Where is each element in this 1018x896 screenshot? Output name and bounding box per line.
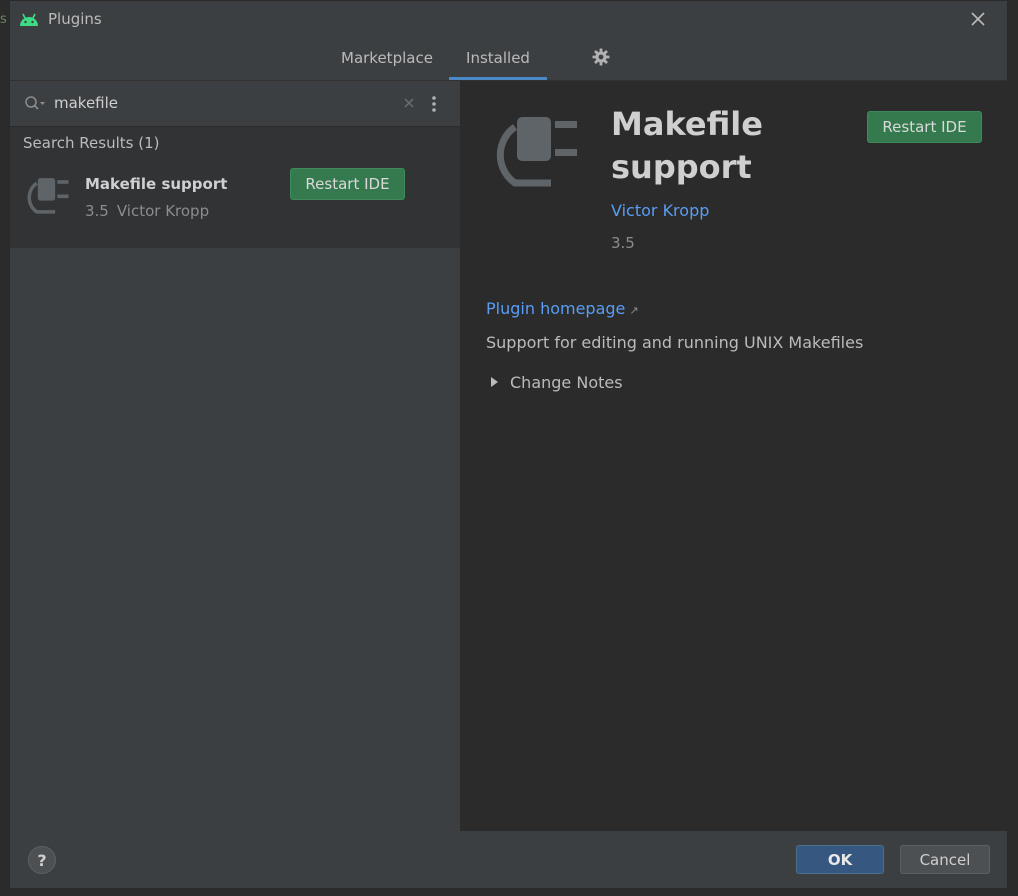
tab-bar: Marketplace Installed bbox=[10, 37, 1007, 81]
title-bar: Plugins bbox=[10, 1, 1007, 37]
active-tab-indicator bbox=[449, 77, 547, 80]
cancel-button[interactable]: Cancel bbox=[900, 845, 990, 874]
plugin-detail-version: 3.5 bbox=[611, 234, 635, 252]
tab-installed[interactable]: Installed bbox=[449, 37, 547, 80]
plugin-author: Victor Kropp bbox=[116, 202, 210, 220]
plugin-meta: 3.5 Victor Kropp bbox=[85, 202, 209, 220]
help-button[interactable]: ? bbox=[28, 846, 56, 874]
plugin-list-panel: Search Results (1) Makefile support 3.5 V… bbox=[10, 81, 461, 831]
ok-button[interactable]: OK bbox=[796, 845, 884, 874]
tab-marketplace[interactable]: Marketplace bbox=[341, 49, 433, 67]
external-link-icon: ↗ bbox=[629, 304, 639, 317]
restart-ide-button[interactable]: Restart IDE bbox=[290, 168, 405, 200]
change-notes-label: Change Notes bbox=[510, 373, 623, 392]
background-edge-text: s bbox=[0, 12, 7, 27]
kebab-menu-icon[interactable] bbox=[430, 94, 438, 114]
plugins-dialog: Plugins Marketplace Installed makefile S… bbox=[9, 0, 1008, 888]
plugin-list-item[interactable]: Makefile support 3.5 Victor Kropp Restart… bbox=[10, 158, 460, 248]
close-icon[interactable] bbox=[969, 10, 987, 28]
change-notes-toggle[interactable]: Change Notes bbox=[491, 373, 623, 392]
plugin-plug-icon bbox=[27, 178, 69, 214]
plugin-detail-panel: Makefile support Restart IDE Victor Krop… bbox=[461, 81, 1008, 831]
clear-icon[interactable] bbox=[402, 96, 416, 110]
window-title: Plugins bbox=[48, 10, 102, 28]
search-input[interactable] bbox=[54, 92, 384, 114]
search-results-header: Search Results (1) bbox=[10, 127, 460, 158]
plugin-detail-title: Makefile support bbox=[611, 105, 763, 186]
plugin-homepage-link[interactable]: Plugin homepage ↗ bbox=[486, 299, 639, 318]
plugin-version: 3.5 bbox=[85, 202, 109, 220]
gear-icon[interactable] bbox=[592, 48, 610, 66]
search-results-label: Search Results (1) bbox=[23, 134, 160, 152]
tab-installed-label: Installed bbox=[466, 49, 530, 67]
plugin-name: Makefile support bbox=[85, 175, 228, 193]
plugin-description: Support for editing and running UNIX Mak… bbox=[486, 333, 864, 352]
search-icon[interactable] bbox=[24, 95, 46, 113]
plugin-detail-author-link[interactable]: Victor Kropp bbox=[611, 201, 709, 220]
expand-triangle-icon bbox=[491, 376, 498, 387]
detail-restart-ide-button[interactable]: Restart IDE bbox=[867, 111, 982, 143]
plugin-plug-icon bbox=[496, 117, 577, 187]
dialog-footer: ? OK Cancel bbox=[10, 831, 1007, 888]
plugin-homepage-label: Plugin homepage bbox=[486, 299, 626, 318]
android-icon bbox=[20, 13, 38, 26]
search-bar bbox=[10, 81, 460, 127]
